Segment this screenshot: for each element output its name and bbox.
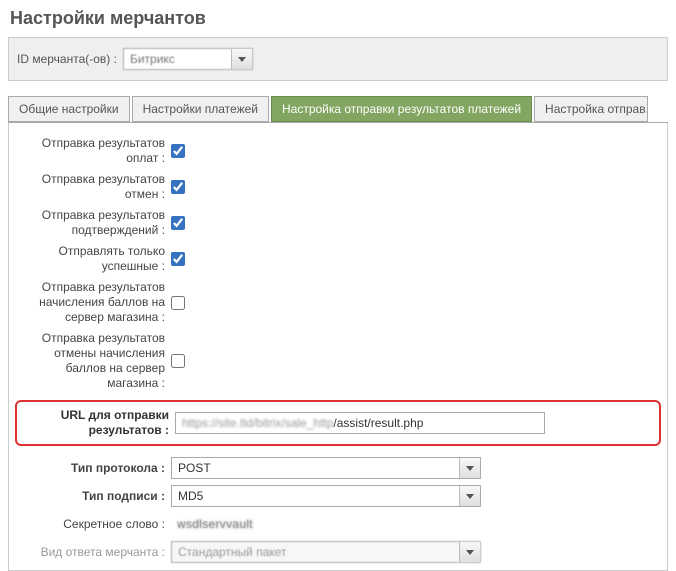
select-signature[interactable]: MD5 [171, 485, 481, 507]
row-protocol: Тип протокола : POST [21, 454, 655, 482]
form-panel: Отправка результатов оплат : Отправка ре… [8, 122, 668, 571]
row-send-pay-results: Отправка результатов оплат : [21, 133, 655, 169]
page-title: Настройки мерчантов [8, 4, 668, 37]
response-kind-select-wrap: Стандартный пакет [171, 541, 481, 563]
merchant-id-label: ID мерчанта(-ов) : [17, 52, 117, 66]
label-response-kind: Вид ответа мерчанта : [21, 545, 171, 560]
row-send-points-cancel: Отправка результатов отмены начисления б… [21, 328, 655, 394]
signature-select-wrap: MD5 [171, 485, 481, 507]
select-response-kind[interactable]: Стандартный пакет [171, 541, 481, 563]
tab-send-extra[interactable]: Настройка отправ... [534, 96, 648, 122]
label-secret: Секретное слово : [21, 517, 171, 532]
label-url: URL для отправки результатов : [25, 408, 175, 438]
checkbox-send-confirm-results[interactable] [171, 216, 185, 230]
row-send-cancel-results: Отправка результатов отмен : [21, 169, 655, 205]
tab-payments[interactable]: Настройки платежей [132, 96, 269, 122]
row-secret: Секретное слово : [21, 510, 655, 538]
input-secret[interactable] [171, 513, 481, 535]
row-response-kind: Вид ответа мерчанта : Стандартный пакет [21, 538, 655, 566]
merchant-id-select-wrap: Битрикс [123, 48, 253, 70]
protocol-select-wrap: POST [171, 457, 481, 479]
label-signature: Тип подписи : [21, 489, 171, 504]
label-send-only-success: Отправлять только успешные : [21, 244, 171, 274]
tab-general[interactable]: Общие настройки [8, 96, 130, 122]
row-send-only-success: Отправлять только успешные : [21, 241, 655, 277]
label-send-points-accrual: Отправка результатов начисления баллов н… [21, 280, 171, 325]
merchant-id-select[interactable]: Битрикс [123, 48, 253, 70]
tab-send-results[interactable]: Настройка отправки результатов платежей [271, 96, 532, 122]
checkbox-send-pay-results[interactable] [171, 144, 185, 158]
input-url[interactable] [175, 412, 545, 434]
row-send-confirm-results: Отправка результатов подтверждений : [21, 205, 655, 241]
select-protocol[interactable]: POST [171, 457, 481, 479]
checkbox-send-cancel-results[interactable] [171, 180, 185, 194]
row-url: URL для отправки результатов : https://s… [15, 400, 661, 446]
checkbox-send-points-accrual[interactable] [171, 296, 185, 310]
tabs: Общие настройки Настройки платежей Настр… [8, 96, 668, 123]
row-send-points-accrual: Отправка результатов начисления баллов н… [21, 277, 655, 328]
label-protocol: Тип протокола : [21, 461, 171, 476]
label-send-points-cancel: Отправка результатов отмены начисления б… [21, 331, 171, 391]
label-send-cancel-results: Отправка результатов отмен : [21, 172, 171, 202]
checkbox-send-points-cancel[interactable] [171, 354, 185, 368]
checkbox-send-only-success[interactable] [171, 252, 185, 266]
merchant-id-row: ID мерчанта(-ов) : Битрикс [8, 37, 668, 81]
row-signature: Тип подписи : MD5 [21, 482, 655, 510]
label-send-confirm-results: Отправка результатов подтверждений : [21, 208, 171, 238]
label-send-pay-results: Отправка результатов оплат : [21, 136, 171, 166]
